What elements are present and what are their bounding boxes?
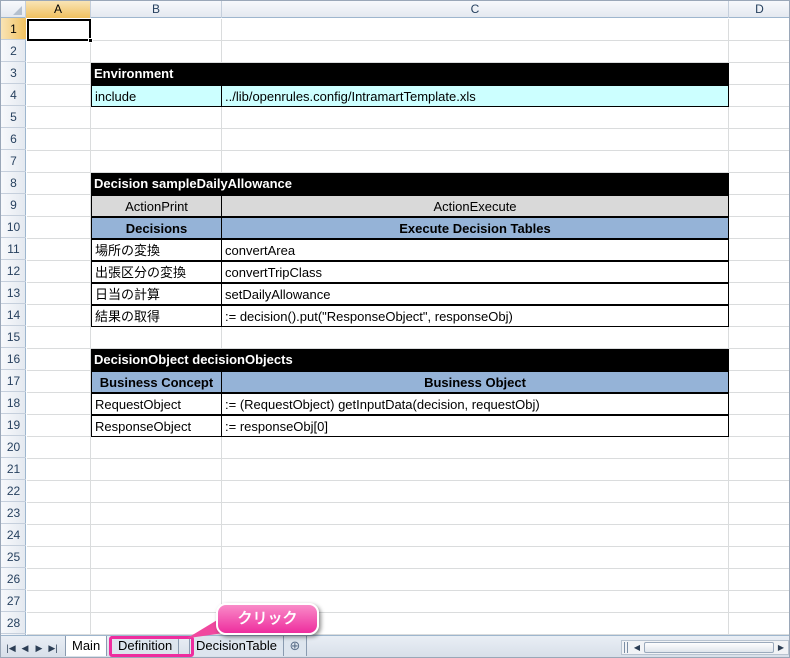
- decision-row-name[interactable]: 結果の取得: [91, 305, 222, 327]
- decision-objects-row-value[interactable]: := (RequestObject) getInputData(decision…: [221, 393, 729, 415]
- decision-objects-row-name[interactable]: ResponseObject: [91, 415, 222, 437]
- row-header-bar: 1 2 3 4 5 6 7 8 9 10 11 12 13 14 15 16 1…: [1, 18, 26, 635]
- decision-row-name[interactable]: 出張区分の変換: [91, 261, 222, 283]
- row-header[interactable]: 6: [1, 128, 26, 150]
- row-header[interactable]: 7: [1, 150, 26, 172]
- click-callout: クリック: [216, 603, 319, 635]
- decision-row-value[interactable]: convertArea: [221, 239, 729, 261]
- row-header[interactable]: 28: [1, 612, 26, 634]
- row-header[interactable]: 26: [1, 568, 26, 590]
- select-all-corner[interactable]: [1, 1, 26, 18]
- row-header[interactable]: 8: [1, 172, 26, 194]
- decision-objects-row-name[interactable]: RequestObject: [91, 393, 222, 415]
- cell-grid[interactable]: Environment include ../lib/openrules.con…: [27, 19, 789, 635]
- decision-row-name[interactable]: 日当の計算: [91, 283, 222, 305]
- decision-type-left[interactable]: ActionPrint: [91, 195, 222, 217]
- decision-header-left[interactable]: Decisions: [91, 217, 222, 239]
- row-header[interactable]: 21: [1, 458, 26, 480]
- decision-row-value[interactable]: := decision().put("ResponseObject", resp…: [221, 305, 729, 327]
- row-header[interactable]: 20: [1, 436, 26, 458]
- row-header[interactable]: 15: [1, 326, 26, 348]
- first-sheet-icon[interactable]: |◀: [5, 642, 17, 654]
- horizontal-scrollbar[interactable]: ◀ ▶: [621, 640, 789, 655]
- column-header-bar: A B C D: [1, 1, 789, 18]
- select-all-icon: [13, 6, 22, 15]
- decision-row-value[interactable]: convertTripClass: [221, 261, 729, 283]
- row-header[interactable]: 9: [1, 194, 26, 216]
- decision-objects-header-right[interactable]: Business Object: [221, 371, 729, 393]
- row-header[interactable]: 12: [1, 260, 26, 282]
- scroll-thumb[interactable]: [644, 642, 774, 653]
- selected-cell-a1[interactable]: [27, 19, 93, 43]
- decision-objects-row-value[interactable]: := responseObj[0]: [221, 415, 729, 437]
- row-header[interactable]: 18: [1, 392, 26, 414]
- row-header[interactable]: 1: [1, 18, 26, 40]
- row-header[interactable]: 2: [1, 40, 26, 62]
- decision-objects-title[interactable]: DecisionObject decisionObjects: [91, 349, 729, 371]
- prev-sheet-icon[interactable]: ◀: [19, 642, 31, 654]
- decision-type-right[interactable]: ActionExecute: [221, 195, 729, 217]
- row-header[interactable]: 23: [1, 502, 26, 524]
- row-header[interactable]: 10: [1, 216, 26, 238]
- row-header[interactable]: 13: [1, 282, 26, 304]
- last-sheet-icon[interactable]: ▶|: [47, 642, 59, 654]
- row-header[interactable]: 16: [1, 348, 26, 370]
- column-header-c[interactable]: C: [222, 1, 729, 18]
- environment-key[interactable]: include: [91, 85, 222, 107]
- next-sheet-icon[interactable]: ▶: [33, 642, 45, 654]
- decision-header-right[interactable]: Execute Decision Tables: [221, 217, 729, 239]
- scroll-left-icon[interactable]: ◀: [630, 641, 644, 654]
- tab-main[interactable]: Main: [65, 636, 108, 656]
- tab-definition[interactable]: Definition: [111, 636, 180, 656]
- fill-handle[interactable]: [88, 38, 93, 43]
- insert-sheet-icon[interactable]: ⊕: [283, 636, 307, 656]
- row-header[interactable]: 17: [1, 370, 26, 392]
- row-header[interactable]: 24: [1, 524, 26, 546]
- column-header-a[interactable]: A: [26, 1, 91, 18]
- spreadsheet-window: A B C D 1 2 3 4 5 6 7 8 9 10 11 12 13 14…: [0, 0, 790, 658]
- row-header[interactable]: 11: [1, 238, 26, 260]
- row-header[interactable]: 25: [1, 546, 26, 568]
- row-header[interactable]: 14: [1, 304, 26, 326]
- column-header-b[interactable]: B: [91, 1, 222, 18]
- row-header[interactable]: 3: [1, 62, 26, 84]
- row-header[interactable]: 5: [1, 106, 26, 128]
- tab-split-handle[interactable]: [624, 642, 628, 653]
- environment-value[interactable]: ../lib/openrules.config/IntramartTemplat…: [221, 85, 729, 107]
- scroll-right-icon[interactable]: ▶: [774, 641, 788, 654]
- row-header[interactable]: 4: [1, 84, 26, 106]
- decision-row-name[interactable]: 場所の変換: [91, 239, 222, 261]
- row-header[interactable]: 19: [1, 414, 26, 436]
- decision-title[interactable]: Decision sampleDailyAllowance: [91, 173, 729, 195]
- column-header-d[interactable]: D: [729, 1, 789, 18]
- decision-row-value[interactable]: setDailyAllowance: [221, 283, 729, 305]
- row-header[interactable]: 22: [1, 480, 26, 502]
- decision-objects-header-left[interactable]: Business Concept: [91, 371, 222, 393]
- sheet-tab-bar: |◀ ◀ ▶ ▶| Main Definition DecisionTable …: [1, 635, 789, 657]
- environment-title[interactable]: Environment: [91, 63, 729, 85]
- row-header[interactable]: 27: [1, 590, 26, 612]
